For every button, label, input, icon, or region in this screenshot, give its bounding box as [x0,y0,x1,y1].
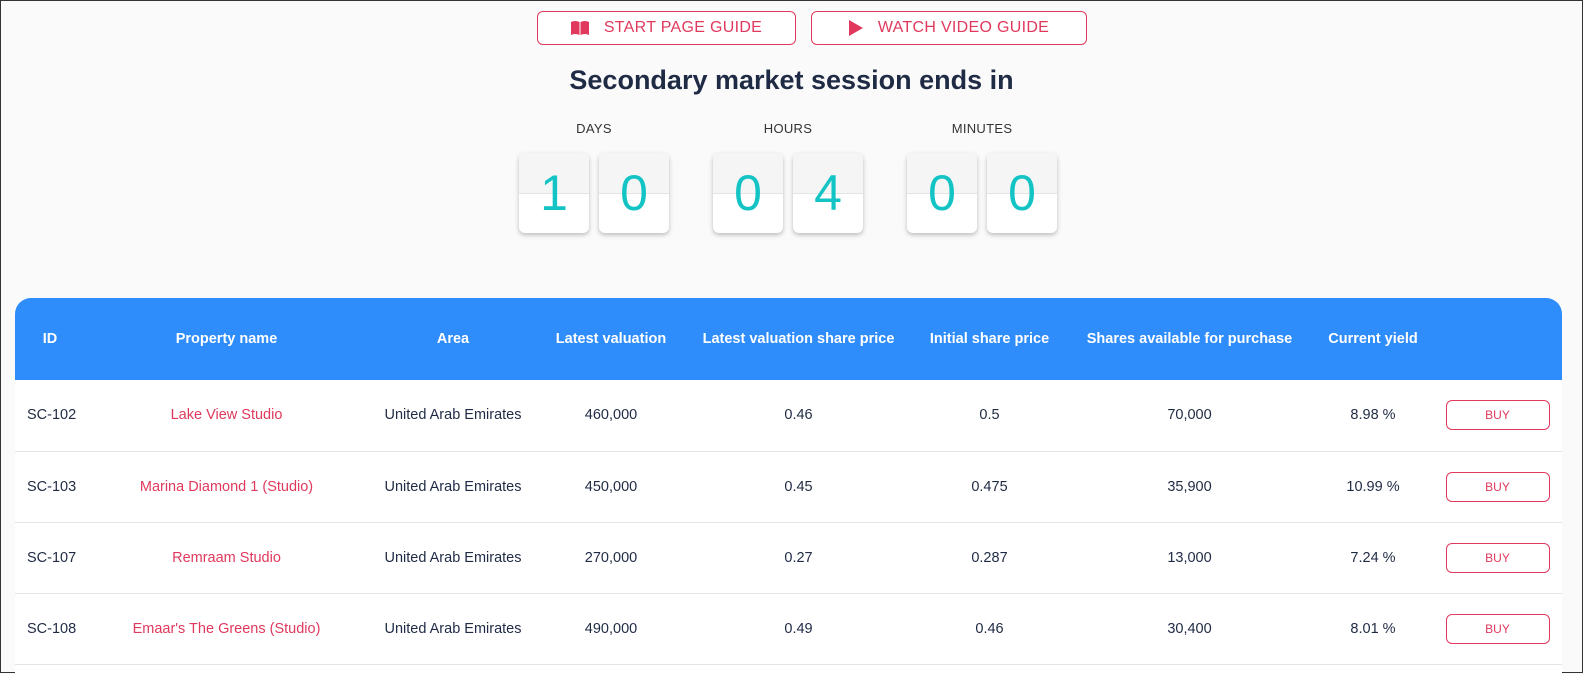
cell-valuation: 490,000 [584,620,638,637]
start-page-guide-label: START PAGE GUIDE [603,19,763,36]
start-page-guide-button[interactable]: START PAGE GUIDE [536,11,796,45]
cell-initial-share-price: 0.5 [979,407,1000,424]
header-area: Area [436,331,470,347]
cell-property-name-link[interactable]: Emaar's The Greens (Studio) [85,593,368,664]
header-id: ID [42,331,58,347]
cell-valuation: 270,000 [584,549,638,566]
cell-valuation-share-price: 0.46 [784,407,813,424]
cell-shares-available: 30,400 [1167,620,1212,637]
days-digit-1: 1 [519,153,589,233]
days-digit-2: 0 [599,153,669,233]
market-table: ID Property name Area Latest valuation L… [15,298,1562,665]
countdown-timer: DAYS 1 0 HOURS 0 4 MINUTES 0 0 [519,119,1057,233]
buy-button[interactable]: BUY [1445,542,1550,573]
hours-label: HOURS [763,121,813,136]
table-row: SC-108 Emaar's The Greens (Studio) Unite… [15,593,1562,664]
cell-property-name-link[interactable]: Remraam Studio [85,522,368,593]
cell-id: SC-108 [27,620,77,637]
cell-area: United Arab Emirates [384,620,522,637]
cell-initial-share-price: 0.475 [971,478,1008,495]
cell-id: SC-102 [27,407,77,424]
cell-valuation: 460,000 [584,407,638,424]
table-row: SC-102 Lake View Studio United Arab Emir… [15,380,1562,451]
header-latest-valuation: Latest valuation [555,331,667,347]
watch-video-guide-label: WATCH VIDEO GUIDE [877,19,1050,36]
cell-initial-share-price: 0.287 [971,549,1008,566]
cell-current-yield: 8.01 % [1350,620,1396,637]
cell-area: United Arab Emirates [384,407,522,424]
header-initial-share-price: Initial share price [929,331,1050,347]
cell-property-name-link[interactable]: Lake View Studio [85,380,368,451]
buy-button[interactable]: BUY [1445,613,1550,644]
countdown-minutes: MINUTES 0 0 [907,119,1057,233]
cell-initial-share-price: 0.46 [975,620,1004,637]
table-row: SC-107 Remraam Studio United Arab Emirat… [15,522,1562,593]
cell-action: BUY [1433,522,1562,593]
cell-valuation-share-price: 0.45 [784,478,813,495]
watch-video-guide-button[interactable]: WATCH VIDEO GUIDE [810,11,1087,45]
cell-current-yield: 7.24 % [1350,549,1396,566]
buy-button[interactable]: BUY [1445,471,1550,502]
table-header-row: ID Property name Area Latest valuation L… [15,298,1562,380]
session-title: Secondary market session ends in [569,65,1014,95]
cell-action: BUY [1433,380,1562,451]
cell-valuation-share-price: 0.49 [784,620,813,637]
header-shares-available: Shares available for purchase [1086,331,1293,347]
header-property-name: Property name [175,331,278,347]
cell-valuation: 450,000 [584,478,638,495]
cell-shares-available: 13,000 [1167,549,1212,566]
countdown-days: DAYS 1 0 [519,119,669,233]
table-row: SC-103 Marina Diamond 1 (Studio) United … [15,451,1562,522]
cell-property-name-link[interactable]: Marina Diamond 1 (Studio) [85,451,368,522]
cell-current-yield: 10.99 % [1346,478,1400,495]
header-latest-valuation-share-price: Latest valuation share price [702,331,895,347]
guide-buttons: START PAGE GUIDE WATCH VIDEO GUIDE [1,11,1582,45]
buy-button[interactable]: BUY [1445,400,1550,431]
hours-digit-1: 0 [713,153,783,233]
days-label: DAYS [576,121,612,136]
cell-valuation-share-price: 0.27 [784,549,813,566]
cell-id: SC-107 [27,549,77,566]
cell-area: United Arab Emirates [384,478,522,495]
market-table-container: ID Property name Area Latest valuation L… [15,298,1562,674]
minutes-digit-1: 0 [907,153,977,233]
minutes-digit-2: 0 [987,153,1057,233]
cell-shares-available: 35,900 [1167,478,1212,495]
cell-current-yield: 8.98 % [1350,407,1396,424]
header-current-yield: Current yield [1328,331,1418,347]
header-action [1433,298,1562,380]
book-icon [570,21,589,35]
play-icon [848,20,863,36]
cell-area: United Arab Emirates [384,549,522,566]
cell-id: SC-103 [27,478,77,495]
countdown-hours: HOURS 0 4 [713,119,863,233]
hours-digit-2: 4 [793,153,863,233]
cell-shares-available: 70,000 [1167,407,1212,424]
cell-action: BUY [1433,593,1562,664]
minutes-label: MINUTES [951,121,1013,136]
cell-action: BUY [1433,451,1562,522]
page-frame: START PAGE GUIDE WATCH VIDEO GUIDE Secon… [0,0,1583,674]
